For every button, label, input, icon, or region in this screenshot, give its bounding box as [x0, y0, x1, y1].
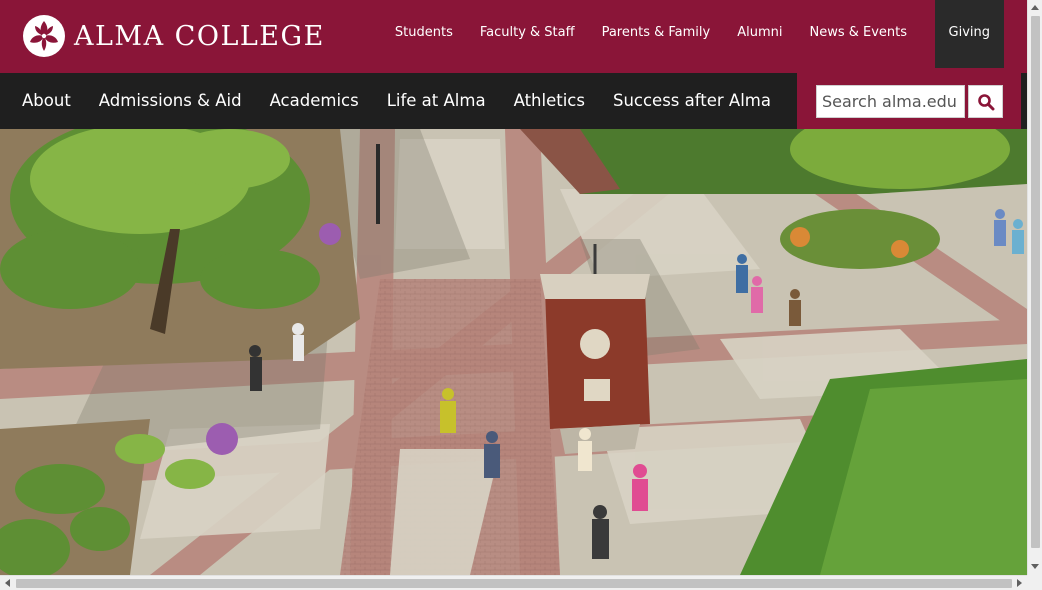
college-seal-icon: [23, 15, 65, 57]
nav-item-admissions-aid[interactable]: Admissions & Aid: [85, 73, 256, 129]
nav-item-about[interactable]: About: [8, 73, 85, 129]
scroll-down-arrow-icon[interactable]: [1031, 564, 1039, 569]
nav-item-athletics[interactable]: Athletics: [500, 73, 599, 129]
nav-item-life-at-alma[interactable]: Life at Alma: [373, 73, 500, 129]
search-input[interactable]: [816, 85, 965, 118]
nav-item-academics[interactable]: Academics: [256, 73, 373, 129]
utility-link-alumni[interactable]: Alumni: [724, 0, 796, 68]
nav-item-success-after-alma[interactable]: Success after Alma: [599, 73, 785, 129]
utility-link-faculty-staff[interactable]: Faculty & Staff: [466, 0, 588, 68]
top-header: ALMA COLLEGE Students Faculty & Staff Pa…: [0, 0, 1027, 73]
vertical-scrollbar[interactable]: [1027, 0, 1042, 575]
horizontal-scrollbar[interactable]: [0, 575, 1027, 590]
utility-nav: Students Faculty & Staff Parents & Famil…: [381, 0, 1004, 68]
scroll-left-arrow-icon[interactable]: [5, 579, 10, 587]
scrollbar-corner: [1027, 575, 1042, 590]
vertical-scroll-thumb[interactable]: [1031, 16, 1040, 548]
search-button[interactable]: [968, 85, 1003, 118]
search-box: [797, 73, 1021, 133]
giving-button[interactable]: Giving: [934, 0, 1004, 68]
aerial-campus-plaza-photo: [0, 129, 1027, 575]
utility-link-news-events[interactable]: News & Events: [796, 0, 921, 68]
utility-link-parents-family[interactable]: Parents & Family: [588, 0, 724, 68]
search-icon: [977, 93, 994, 110]
hero-image: [0, 129, 1027, 575]
scroll-right-arrow-icon[interactable]: [1017, 579, 1022, 587]
scroll-up-arrow-icon[interactable]: [1031, 5, 1039, 10]
alma-college-logo[interactable]: ALMA COLLEGE: [23, 14, 325, 58]
utility-link-students[interactable]: Students: [381, 0, 466, 68]
college-name: ALMA COLLEGE: [74, 20, 325, 52]
horizontal-scroll-thumb[interactable]: [16, 579, 1012, 588]
